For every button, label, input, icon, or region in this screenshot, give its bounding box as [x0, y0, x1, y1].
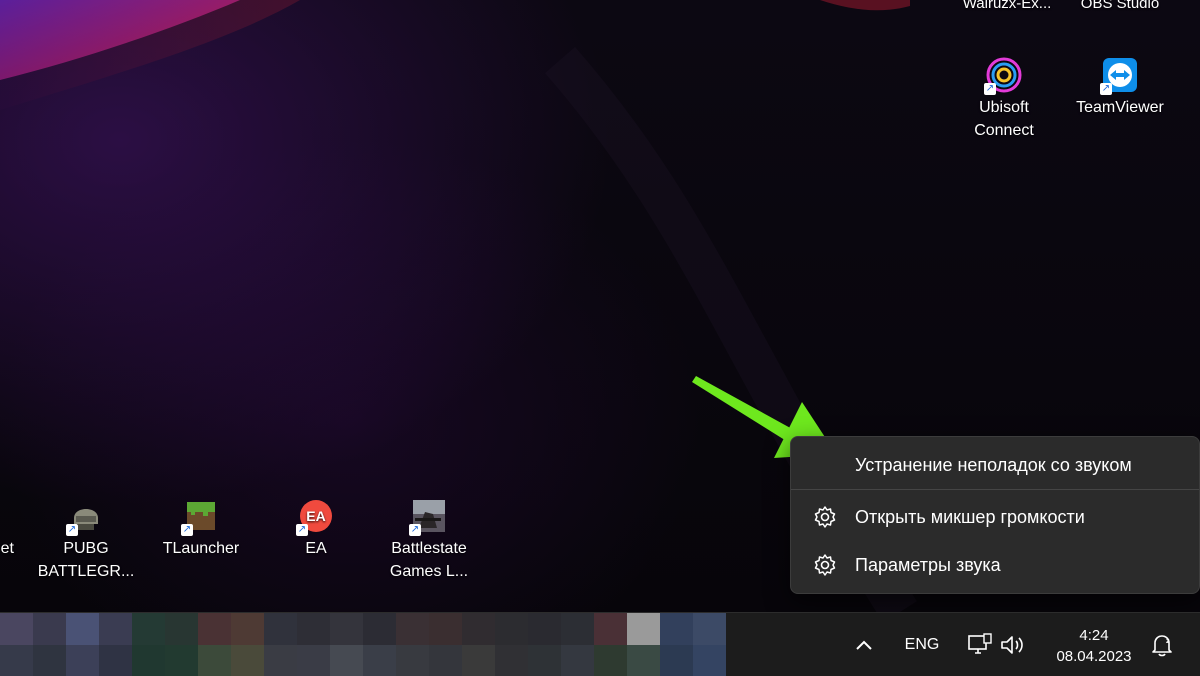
- desktop-icon-obs-studio[interactable]: OBS Studio: [1070, 0, 1170, 15]
- desktop-icon-label: et: [0, 540, 14, 557]
- desktop: Walruzx-Ex... OBS Studio ↗ Ubisoft Conne…: [0, 0, 1200, 612]
- shortcut-arrow-icon: ↗: [66, 524, 78, 536]
- gear-icon: [811, 553, 839, 577]
- desktop-icon-pubg[interactable]: ↗ PUBG BATTLEGR...: [36, 498, 136, 583]
- taskbar: ENG 4:24 08.04.2023 z: [0, 612, 1200, 676]
- desktop-icon-label: Ubisoft Connect: [974, 99, 1034, 139]
- desktop-icon-label: PUBG BATTLEGR...: [37, 540, 135, 580]
- tlauncher-icon: ↗: [181, 498, 219, 536]
- desktop-icon-partial[interactable]: et: [0, 498, 14, 560]
- pubg-icon: ↗: [66, 498, 104, 536]
- shortcut-arrow-icon: ↗: [296, 524, 308, 536]
- network-volume-button[interactable]: [962, 613, 1032, 676]
- sound-context-menu: Устранение неполадок со звуком Открыть м…: [790, 436, 1200, 594]
- ubisoft-connect-icon: ↗: [984, 57, 1022, 95]
- battlestate-games-icon: ↗: [409, 498, 447, 536]
- speaker-icon: [1001, 635, 1023, 654]
- notification-bell-icon: z: [1152, 634, 1172, 656]
- desktop-icon-battlestate-games[interactable]: ↗ Battlestate Games L...: [379, 498, 479, 583]
- language-label: ENG: [904, 635, 940, 653]
- desktop-icon-ubisoft-connect[interactable]: ↗ Ubisoft Connect: [954, 57, 1054, 142]
- show-hidden-icons-button[interactable]: [848, 613, 880, 676]
- shortcut-arrow-icon: ↗: [181, 524, 193, 536]
- clock-date: 08.04.2023: [1056, 648, 1132, 665]
- menu-item-open-volume-mixer[interactable]: Открыть микшер громкости: [791, 495, 1199, 539]
- language-indicator[interactable]: ENG: [896, 613, 948, 676]
- menu-item-label: Устранение неполадок со звуком: [855, 454, 1132, 475]
- desktop-icon-top-1[interactable]: Walruzx-Ex...: [952, 0, 1062, 15]
- clock-time: 4:24: [1079, 627, 1109, 644]
- desktop-icon-label: OBS Studio: [1080, 0, 1160, 12]
- clock[interactable]: 4:24 08.04.2023: [1046, 625, 1142, 667]
- menu-item-sound-settings[interactable]: Параметры звука: [791, 543, 1199, 587]
- shortcut-arrow-icon: ↗: [409, 524, 421, 536]
- menu-item-label: Открыть микшер громкости: [855, 506, 1085, 527]
- taskbar-pinned-apps-blurred: [0, 613, 726, 676]
- ea-icon: EA ↗: [296, 498, 334, 536]
- menu-item-label: Параметры звука: [855, 554, 1001, 575]
- chevron-up-icon: [856, 640, 872, 650]
- desktop-icon-teamviewer[interactable]: ↗ TeamViewer: [1070, 57, 1170, 119]
- svg-text:z: z: [1166, 638, 1170, 645]
- desktop-icon-label: TeamViewer: [1076, 99, 1164, 116]
- notification-center-button[interactable]: z: [1146, 613, 1178, 676]
- gear-icon: [811, 505, 839, 529]
- desktop-icon-label: EA: [305, 540, 327, 557]
- shortcut-arrow-icon: ↗: [1100, 83, 1112, 95]
- menu-item-troubleshoot-sound[interactable]: Устранение неполадок со звуком: [791, 443, 1199, 487]
- desktop-icon-tlauncher[interactable]: ↗ TLauncher: [151, 498, 251, 560]
- svg-text:EA: EA: [306, 508, 325, 524]
- desktop-icon-label: Walruzx-Ex...: [962, 0, 1052, 12]
- network-icon: [968, 632, 992, 654]
- menu-separator: [791, 489, 1199, 490]
- shortcut-arrow-icon: ↗: [984, 83, 996, 95]
- teamviewer-icon: ↗: [1100, 57, 1138, 95]
- desktop-icon-label: TLauncher: [162, 540, 240, 557]
- desktop-icon-label: Battlestate Games L...: [389, 540, 469, 580]
- desktop-icon-ea[interactable]: EA ↗ EA: [266, 498, 366, 560]
